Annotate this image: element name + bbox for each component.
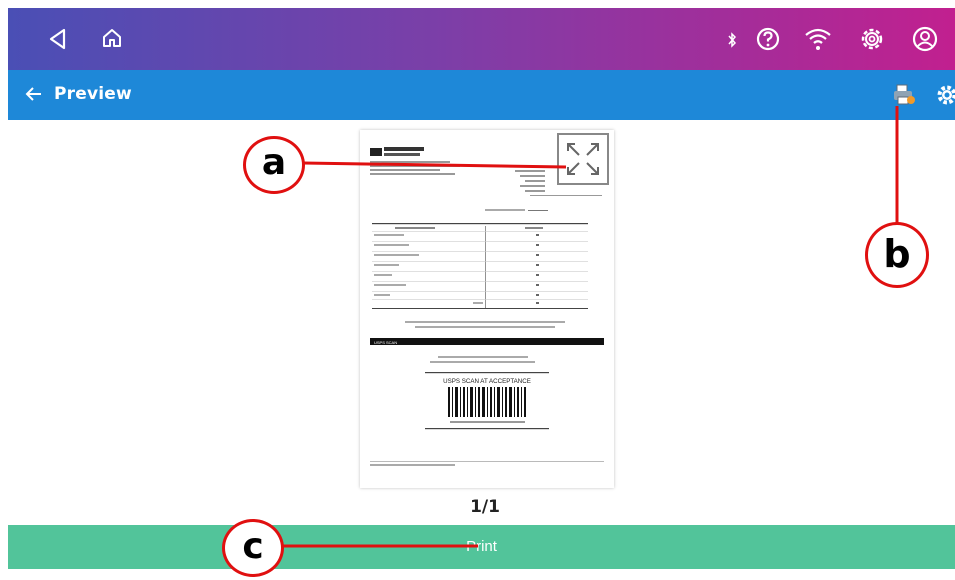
gear-icon[interactable]: [936, 84, 955, 106]
back-triangle-icon[interactable]: [48, 28, 68, 50]
callout-c: c: [222, 519, 284, 577]
status-bar: [8, 8, 955, 70]
account-icon[interactable]: [911, 25, 939, 53]
help-icon[interactable]: [755, 26, 781, 52]
callout-b: b: [865, 222, 929, 288]
wifi-icon[interactable]: [803, 25, 833, 53]
app-bar: Preview: [8, 70, 955, 120]
settings-icon[interactable]: [858, 25, 886, 53]
acceptance-label: USPS SCAN AT ACCEPTANCE: [443, 378, 531, 385]
arrow-left-icon[interactable]: [24, 84, 44, 104]
expand-icon: [567, 143, 599, 175]
page-counter: 1/1: [470, 497, 500, 517]
section-label: USPS SCAN: [374, 340, 397, 345]
home-icon[interactable]: [100, 26, 124, 50]
bluetooth-icon[interactable]: [726, 32, 738, 48]
print-button[interactable]: Print: [8, 525, 955, 569]
print-setting-icon[interactable]: [892, 84, 916, 106]
page-title: Preview: [54, 84, 132, 104]
callout-a: a: [243, 136, 305, 194]
expand-button[interactable]: [557, 133, 609, 185]
